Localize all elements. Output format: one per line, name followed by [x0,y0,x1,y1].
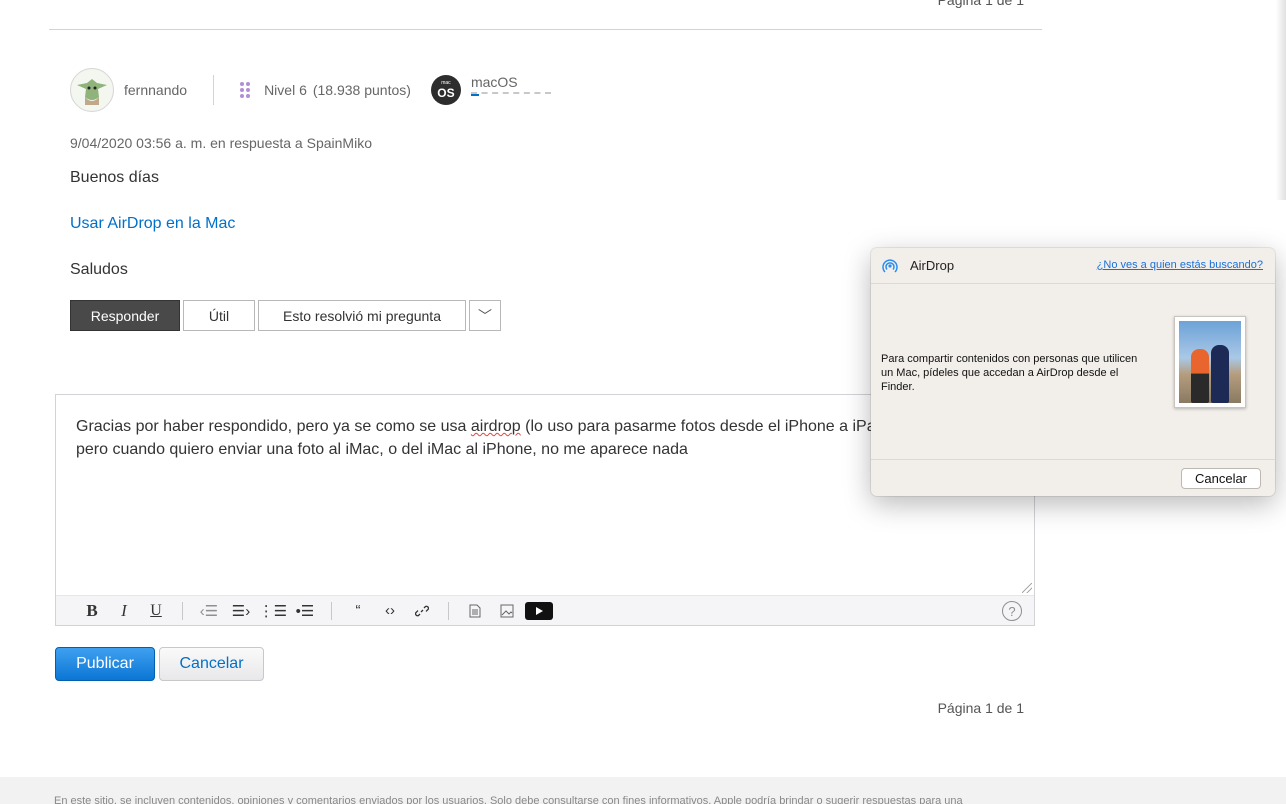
helpful-button[interactable]: Útil [183,300,255,331]
play-icon [536,606,543,615]
community-progress-bar [470,92,551,96]
help-icon[interactable]: ? [1002,601,1022,621]
post-greeting: Buenos días [70,169,159,186]
community-block[interactable]: macOS [470,74,551,96]
airdrop-icon [882,258,898,273]
image-glyph-icon [500,604,514,617]
bullet-list-icon[interactable]: •☰ [289,599,321,623]
page: Página 1 de 1 fernnando Nivel 6 (18.938 … [0,0,1286,804]
post-meta: 9/04/2020 03:56 a. m. en respuesta a Spa… [70,135,372,151]
code-icon[interactable]: ‹› [374,599,406,623]
video-icon [525,601,553,620]
link-chain-icon [415,605,429,616]
macos-icon: mac OS [430,75,461,105]
avatar[interactable] [70,68,114,112]
underline-icon[interactable]: U [140,599,172,623]
airdrop-message: Para compartir contenidos con personas q… [881,353,1138,393]
link-icon[interactable] [406,599,438,623]
airdrop-help-link[interactable]: ¿No ves a quien estás buscando? [1097,259,1263,271]
misspelled-word[interactable]: airdrop [471,418,521,435]
top-pagination: Página 1 de 1 [937,0,1024,8]
publish-button[interactable]: Publicar [55,647,155,681]
author-divider [213,75,215,105]
footer: En este sitio, se incluyen contenidos, o… [0,777,1286,804]
user-level: Nivel 6 [264,82,307,98]
quote-icon[interactable]: “ [342,599,374,623]
more-actions-chevron-icon[interactable]: ﹀ [469,300,501,331]
bold-icon[interactable]: B [76,599,108,623]
document-icon[interactable] [459,599,491,623]
airdrop-help-link[interactable]: Usar AirDrop en la Mac [70,215,235,233]
airdrop-header: AirDrop ¿No ves a quien estás buscando? [871,248,1275,284]
ordered-list-icon[interactable]: ⋮☰ [257,599,289,623]
toolbar-separator [448,601,449,620]
indent-icon[interactable]: ☰› [225,599,257,623]
italic-icon[interactable]: I [108,599,140,623]
editor-text-start: Gracias por haber respondido, pero ya se… [76,418,471,435]
yoda-avatar-icon [77,79,107,105]
airdrop-title: AirDrop [910,258,955,273]
top-divider [49,29,1042,30]
photo-person-2 [1211,345,1229,403]
airdrop-cancel-button[interactable]: Cancelar [1181,468,1261,489]
reply-button[interactable]: Responder [70,300,180,331]
bottom-pagination: Página 1 de 1 [937,700,1024,716]
solved-button[interactable]: Esto resolvió mi pregunta [258,300,466,331]
airdrop-footer-divider [871,459,1275,460]
photo-person-1 [1191,349,1209,403]
footer-disclaimer: En este sitio, se incluyen contenidos, o… [54,795,963,804]
toolbar-separator [182,601,183,620]
document-glyph-icon [469,604,481,617]
author-name[interactable]: fernnando [124,82,187,98]
video-button[interactable] [523,599,555,623]
post-actions: Responder Útil Esto resolvió mi pregunta… [70,300,504,331]
outdent-icon[interactable]: ‹☰ [193,599,225,623]
editor-toolbar: B I U ‹☰ ☰› ⋮☰ •☰ “ ‹› ? [56,595,1034,625]
window-edge-shadow [1276,0,1286,200]
shared-photo-thumbnail [1174,316,1246,408]
cancel-button[interactable]: Cancelar [159,647,264,681]
toolbar-separator [331,601,332,620]
macos-badge-big-text: OS [437,86,455,100]
author-row: fernnando Nivel 6 (18.938 puntos) mac OS… [70,68,551,112]
post-signoff: Saludos [70,261,128,278]
airdrop-dialog: AirDrop ¿No ves a quien estás buscando? … [871,248,1275,496]
user-points: (18.938 puntos) [312,82,411,98]
community-name[interactable]: macOS [471,74,551,90]
photo-image [1179,321,1241,403]
image-icon[interactable] [491,599,523,623]
resize-handle-icon[interactable] [1022,583,1032,593]
level-icon [240,82,251,98]
